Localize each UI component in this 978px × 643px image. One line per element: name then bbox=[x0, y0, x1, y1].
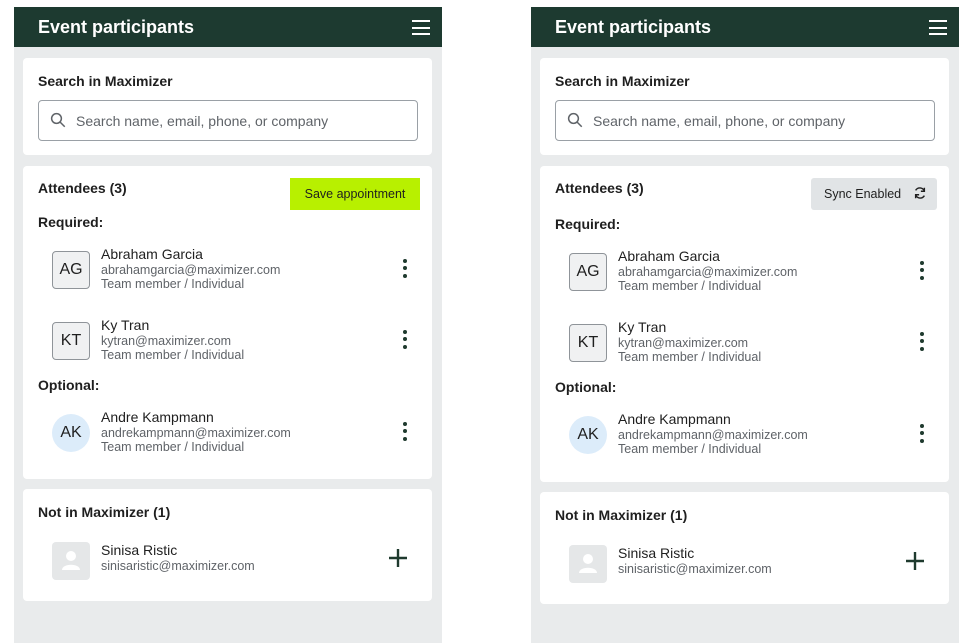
optional-label: Optional: bbox=[38, 377, 100, 393]
attendee-role: Team member / Individual bbox=[618, 442, 762, 456]
attendee-role: Team member / Individual bbox=[101, 277, 245, 291]
attendees-card: Attendees (3) Sync Enabled Required: AG … bbox=[540, 166, 949, 482]
more-options-icon[interactable] bbox=[914, 424, 930, 448]
search-field[interactable] bbox=[38, 100, 418, 141]
search-section-title: Search in Maximizer bbox=[38, 73, 173, 89]
more-options-icon[interactable] bbox=[397, 259, 413, 283]
attendee-role: Team member / Individual bbox=[618, 279, 762, 293]
attendee-email: andrekampmann@maximizer.com bbox=[101, 426, 291, 440]
attendee-email: abrahamgarcia@maximizer.com bbox=[618, 265, 798, 279]
contact-email: sinisaristic@maximizer.com bbox=[618, 562, 772, 576]
contact-email: sinisaristic@maximizer.com bbox=[101, 559, 255, 573]
attendee-row: AG Abraham Garcia abrahamgarcia@maximize… bbox=[555, 248, 945, 298]
required-label: Required: bbox=[38, 214, 104, 230]
attendee-row: AK Andre Kampmann andrekampmann@maximize… bbox=[38, 409, 428, 459]
attendees-title: Attendees (3) bbox=[38, 180, 127, 196]
avatar: AK bbox=[569, 416, 607, 454]
not-in-maximizer-card: Not in Maximizer (1) Sinisa Ristic sinis… bbox=[540, 492, 949, 604]
attendee-name: Abraham Garcia bbox=[618, 248, 720, 264]
attendee-row: AG Abraham Garcia abrahamgarcia@maximize… bbox=[38, 246, 428, 296]
more-options-icon[interactable] bbox=[397, 422, 413, 446]
required-label: Required: bbox=[555, 216, 621, 232]
contact-name: Sinisa Ristic bbox=[618, 545, 695, 561]
sync-icon bbox=[914, 187, 926, 199]
search-icon bbox=[567, 112, 583, 128]
attendee-row: AK Andre Kampmann andrekampmann@maximize… bbox=[555, 411, 945, 461]
attendee-email: andrekampmann@maximizer.com bbox=[618, 428, 808, 442]
attendee-role: Team member / Individual bbox=[101, 440, 245, 454]
search-field[interactable] bbox=[555, 100, 935, 141]
attendee-email: kytran@maximizer.com bbox=[618, 336, 749, 350]
page-title: Event participants bbox=[555, 17, 712, 37]
sync-enabled-button[interactable]: Sync Enabled bbox=[811, 178, 937, 210]
attendee-role: Team member / Individual bbox=[101, 348, 245, 362]
attendee-email: abrahamgarcia@maximizer.com bbox=[101, 263, 281, 277]
attendees-title: Attendees (3) bbox=[555, 180, 644, 196]
attendee-role: Team member / Individual bbox=[618, 350, 762, 364]
page-title: Event participants bbox=[38, 17, 195, 37]
avatar: AG bbox=[569, 253, 607, 291]
search-card: Search in Maximizer bbox=[23, 58, 432, 155]
attendees-card: Attendees (3) Save appointment Required:… bbox=[23, 166, 432, 479]
header-bar: Event participants bbox=[14, 7, 442, 47]
avatar: KT bbox=[52, 322, 90, 360]
search-input[interactable] bbox=[593, 101, 923, 140]
more-options-icon[interactable] bbox=[914, 332, 930, 356]
more-options-icon[interactable] bbox=[397, 330, 413, 354]
attendee-name: Ky Tran bbox=[101, 317, 150, 333]
contact-row: Sinisa Ristic sinisaristic@maximizer.com bbox=[38, 542, 428, 592]
avatar: AK bbox=[52, 414, 90, 452]
add-contact-icon[interactable] bbox=[388, 548, 408, 568]
attendee-row: KT Ky Tran kytran@maximizer.com Team mem… bbox=[38, 317, 428, 367]
contact-name: Sinisa Ristic bbox=[101, 542, 178, 558]
not-in-maximizer-title: Not in Maximizer (1) bbox=[555, 507, 688, 523]
sync-button-label: Sync Enabled bbox=[824, 187, 902, 201]
attendee-email: kytran@maximizer.com bbox=[101, 334, 232, 348]
attendee-name: Andre Kampmann bbox=[101, 409, 214, 425]
hamburger-menu-icon[interactable] bbox=[929, 20, 947, 35]
not-in-maximizer-title: Not in Maximizer (1) bbox=[38, 504, 171, 520]
search-section-title: Search in Maximizer bbox=[555, 73, 690, 89]
attendee-row: KT Ky Tran kytran@maximizer.com Team mem… bbox=[555, 319, 945, 369]
more-options-icon[interactable] bbox=[914, 261, 930, 285]
optional-label: Optional: bbox=[555, 379, 617, 395]
header-bar: Event participants bbox=[531, 7, 959, 47]
right-panel: Event participants Search in Maximizer A… bbox=[531, 7, 959, 643]
not-in-maximizer-card: Not in Maximizer (1) Sinisa Ristic sinis… bbox=[23, 489, 432, 601]
attendee-name: Abraham Garcia bbox=[101, 246, 203, 262]
attendee-name: Ky Tran bbox=[618, 319, 667, 335]
save-appointment-button[interactable]: Save appointment bbox=[290, 178, 420, 210]
search-input[interactable] bbox=[76, 101, 406, 140]
add-contact-icon[interactable] bbox=[905, 551, 925, 571]
avatar: KT bbox=[569, 324, 607, 362]
left-panel: Event participants Search in Maximizer A… bbox=[14, 7, 442, 643]
person-placeholder-icon bbox=[569, 545, 607, 583]
person-placeholder-icon bbox=[52, 542, 90, 580]
hamburger-menu-icon[interactable] bbox=[412, 20, 430, 35]
avatar: AG bbox=[52, 251, 90, 289]
search-icon bbox=[50, 112, 66, 128]
contact-row: Sinisa Ristic sinisaristic@maximizer.com bbox=[555, 545, 945, 595]
attendee-name: Andre Kampmann bbox=[618, 411, 731, 427]
search-card: Search in Maximizer bbox=[540, 58, 949, 155]
